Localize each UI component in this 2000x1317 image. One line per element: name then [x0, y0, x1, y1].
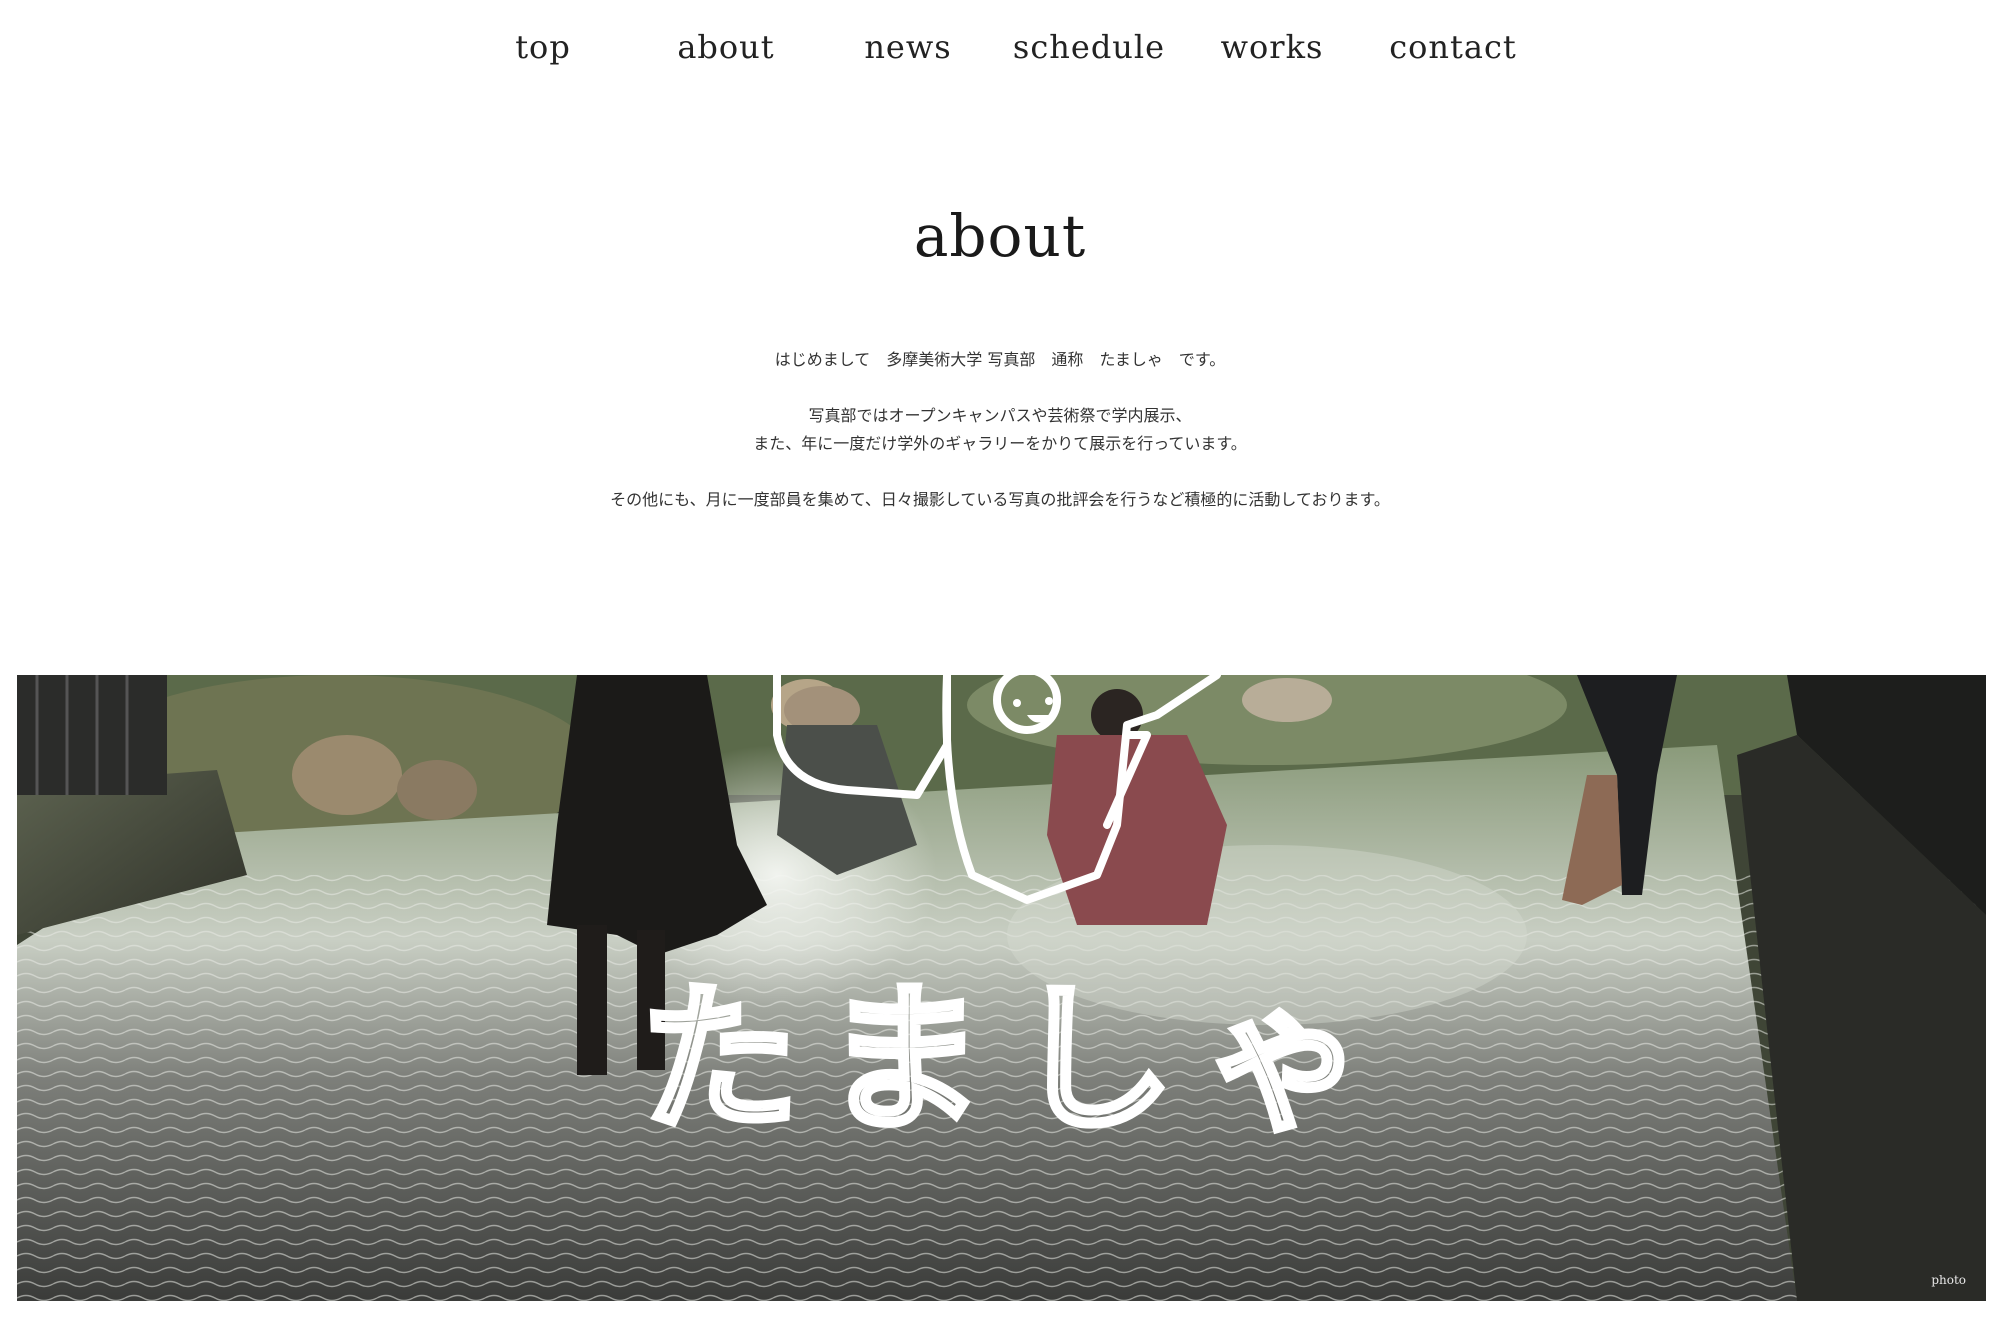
river-scene-image: たましゃ — [17, 675, 1986, 1301]
hero-logo-text: たましゃ — [639, 966, 1394, 1153]
nav-link-news[interactable]: news — [823, 22, 993, 72]
intro-exhibitions-line-1: 写真部ではオープンキャンパスや芸術祭で学内展示、 — [808, 406, 1192, 425]
intro-greeting: はじめまして 多摩美術大学 写真部 通称 たましゃ です。 — [774, 350, 1226, 369]
intro-activities: その他にも、月に一度部員を集めて、日々撮影している写真の批評会を行うなど積極的に… — [610, 490, 1390, 509]
photo-caption: photo — [1931, 1273, 1966, 1287]
page-title: about — [913, 202, 1087, 270]
main-nav: top about news schedule works contact — [0, 22, 2000, 72]
nav-link-about[interactable]: about — [641, 22, 811, 72]
nav-link-top[interactable]: top — [458, 22, 628, 72]
nav-link-schedule[interactable]: schedule — [1004, 22, 1174, 72]
nav-link-works[interactable]: works — [1187, 22, 1357, 72]
hero-photo: たましゃ photo — [17, 675, 1986, 1301]
intro-exhibitions-line-2: また、年に一度だけ学外のギャラリーをかりて展示を行っています。 — [753, 434, 1247, 453]
nav-link-contact[interactable]: contact — [1368, 22, 1538, 72]
